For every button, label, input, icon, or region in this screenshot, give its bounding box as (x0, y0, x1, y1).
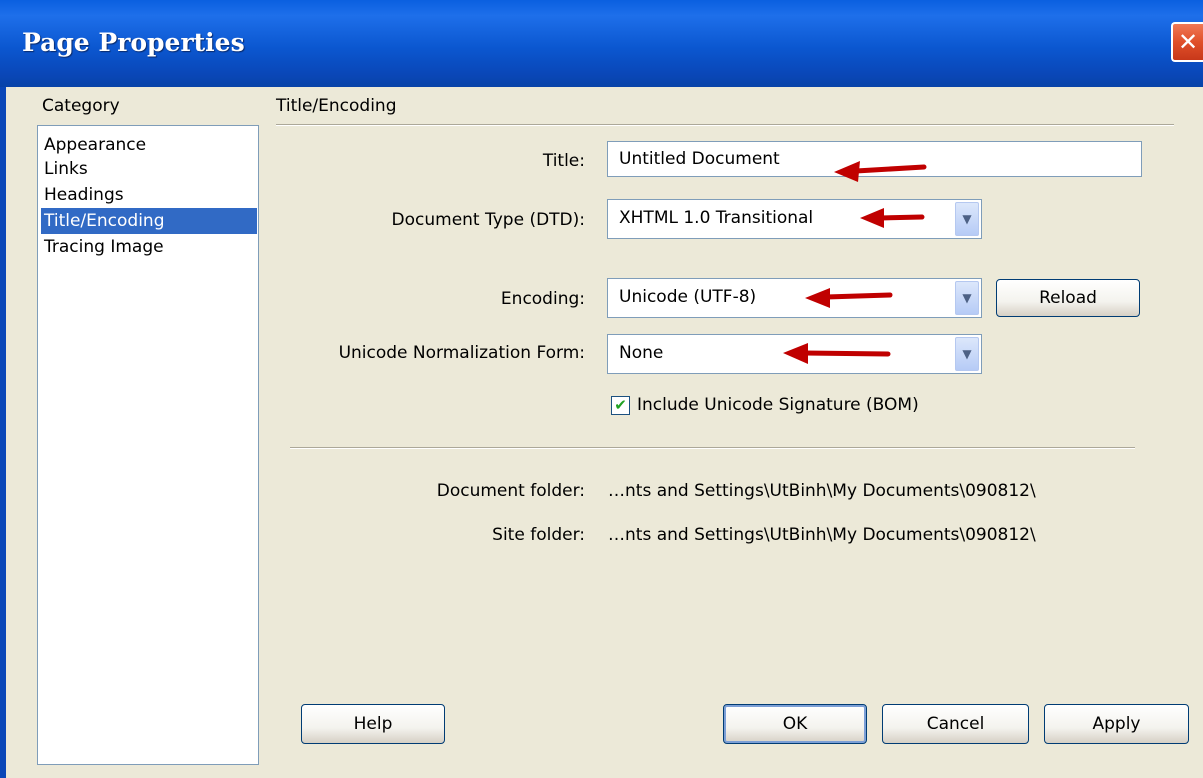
category-item-headings[interactable]: Headings (41, 182, 127, 208)
red-arrow-icon (860, 208, 925, 228)
category-item-links[interactable]: Links (41, 156, 91, 182)
document-folder-label: Document folder: (436, 481, 585, 501)
red-arrow-icon (805, 288, 893, 308)
doctype-value: XHTML 1.0 Transitional (619, 208, 814, 228)
site-folder-value: …nts and Settings\UtBinh\My Documents\09… (608, 525, 1036, 545)
encoding-select[interactable]: Unicode (UTF-8) ▼ (607, 278, 982, 318)
cancel-button[interactable]: Cancel (882, 704, 1029, 744)
close-icon: ✕ (1177, 28, 1199, 56)
red-arrow-icon (834, 161, 927, 182)
category-item-appearance[interactable]: Appearance (41, 132, 149, 158)
close-button[interactable]: ✕ (1171, 22, 1203, 62)
normalization-dropdown-button[interactable]: ▼ (955, 337, 979, 371)
bom-checkbox[interactable]: ✔ (611, 396, 630, 415)
normalization-value: None (619, 343, 664, 363)
red-arrow-icon (783, 343, 891, 364)
window-title: Page Properties (22, 28, 245, 57)
section-heading: Title/Encoding (276, 96, 397, 116)
chevron-down-icon: ▼ (962, 347, 972, 361)
category-item-title-encoding[interactable]: Title/Encoding (41, 208, 257, 234)
ok-button[interactable]: OK (723, 704, 867, 744)
window-titlebar: Page Properties ✕ (0, 0, 1203, 87)
help-button[interactable]: Help (301, 704, 445, 744)
site-folder-label: Site folder: (492, 525, 585, 545)
doctype-label: Document Type (DTD): (391, 210, 585, 230)
encoding-dropdown-button[interactable]: ▼ (955, 281, 979, 315)
category-label: Category (42, 96, 120, 116)
category-item-tracing-image[interactable]: Tracing Image (41, 234, 167, 260)
form-divider (290, 447, 1135, 449)
bom-label[interactable]: Include Unicode Signature (BOM) (637, 395, 919, 415)
chevron-down-icon: ▼ (962, 291, 972, 305)
document-folder-value: …nts and Settings\UtBinh\My Documents\09… (608, 481, 1036, 501)
checkmark-icon: ✔ (614, 396, 627, 414)
apply-button[interactable]: Apply (1044, 704, 1189, 744)
encoding-label: Encoding: (500, 289, 585, 309)
category-list[interactable]: Appearance Links Headings Title/Encoding… (37, 125, 259, 765)
title-label: Title: (542, 151, 585, 171)
normalization-label: Unicode Normalization Form: (338, 343, 585, 363)
section-divider (276, 124, 1174, 126)
encoding-value: Unicode (UTF-8) (619, 287, 757, 307)
reload-button[interactable]: Reload (996, 279, 1140, 317)
chevron-down-icon: ▼ (962, 212, 972, 226)
doctype-dropdown-button[interactable]: ▼ (955, 202, 979, 236)
